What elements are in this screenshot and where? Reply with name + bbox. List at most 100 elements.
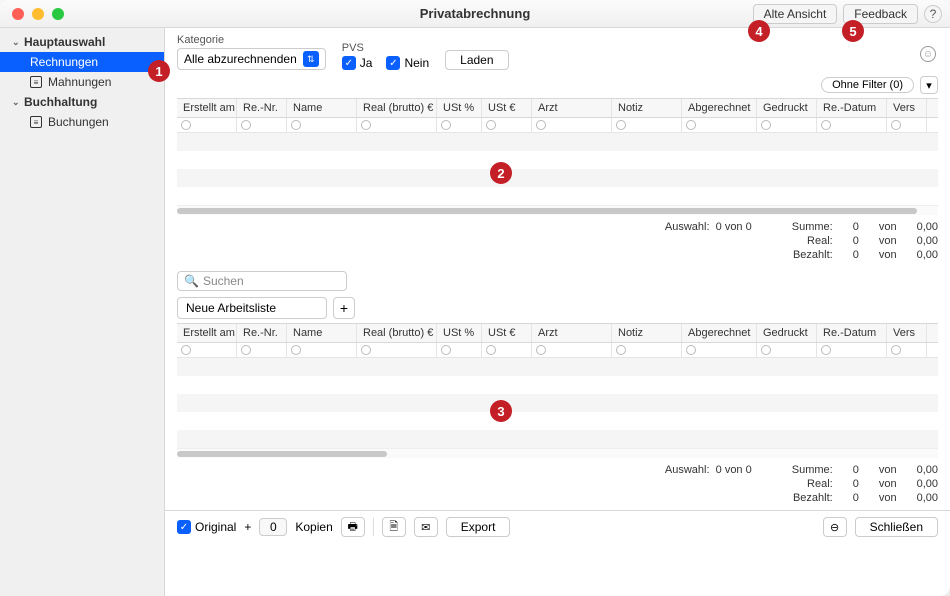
kopien-input[interactable] bbox=[259, 518, 287, 536]
sidebar-item-mahnungen[interactable]: ≡ Mahnungen bbox=[0, 72, 164, 92]
pvs-nein-checkbox[interactable]: ✓ Nein bbox=[386, 56, 429, 70]
original-label: Original bbox=[195, 520, 236, 534]
filter-cell[interactable] bbox=[612, 343, 682, 357]
col-ustp[interactable]: USt % bbox=[437, 324, 482, 342]
filter-cell[interactable] bbox=[237, 118, 287, 132]
sidebar-item-label: Rechnungen bbox=[30, 55, 98, 69]
filter-cell[interactable] bbox=[817, 118, 887, 132]
col-vers[interactable]: Vers bbox=[887, 99, 927, 117]
col-real[interactable]: Real (brutto) € bbox=[357, 99, 437, 117]
col-gedr[interactable]: Gedruckt bbox=[757, 324, 817, 342]
print-button[interactable]: 🖶 bbox=[341, 517, 365, 537]
col-redat[interactable]: Re.-Datum bbox=[817, 99, 887, 117]
filter-cell[interactable] bbox=[357, 118, 437, 132]
worklist-input[interactable] bbox=[177, 297, 327, 319]
filter-cell[interactable] bbox=[817, 343, 887, 357]
filter-icon[interactable]: ▾ bbox=[920, 76, 938, 94]
search-icon bbox=[291, 120, 301, 130]
col-gedr[interactable]: Gedruckt bbox=[757, 99, 817, 117]
col-uste[interactable]: USt € bbox=[482, 99, 532, 117]
col-abger[interactable]: Abgerechnet bbox=[682, 324, 757, 342]
summe-v2: 0,00 bbox=[917, 221, 938, 233]
filter-cell[interactable] bbox=[287, 343, 357, 357]
sidebar-item-rechnungen[interactable]: Rechnungen bbox=[0, 52, 164, 72]
filter-cell[interactable] bbox=[437, 343, 482, 357]
document-button[interactable]: 🗎 bbox=[382, 517, 406, 537]
add-worklist-button[interactable]: + bbox=[333, 297, 355, 319]
minimize-window-icon[interactable] bbox=[32, 8, 44, 20]
filter-cell[interactable] bbox=[532, 118, 612, 132]
upper-summary: Auswahl: 0 von 0 Summe: 0 von 0,00 Real:… bbox=[165, 215, 950, 267]
filter-row bbox=[177, 343, 938, 358]
search-icon bbox=[761, 120, 771, 130]
col-name[interactable]: Name bbox=[287, 99, 357, 117]
kategorie-label: Kategorie bbox=[177, 34, 326, 46]
scrollbar-thumb[interactable] bbox=[177, 451, 387, 457]
pvs-ja-checkbox[interactable]: ✓ Ja bbox=[342, 56, 373, 70]
col-name[interactable]: Name bbox=[287, 324, 357, 342]
annotation-badge-2: 2 bbox=[490, 162, 512, 184]
col-erstellt[interactable]: Erstellt am bbox=[177, 99, 237, 117]
kategorie-select[interactable]: Alle abzurechnenden ⇅ bbox=[177, 48, 326, 70]
bezahlt-label: Bezahlt: bbox=[792, 492, 833, 504]
original-checkbox[interactable]: ✓ Original bbox=[177, 520, 236, 534]
col-redat[interactable]: Re.-Datum bbox=[817, 324, 887, 342]
auswahl-value: 0 von 0 bbox=[716, 464, 752, 476]
filter-cell[interactable] bbox=[682, 343, 757, 357]
horizontal-scrollbar[interactable] bbox=[177, 448, 938, 458]
col-arzt[interactable]: Arzt bbox=[532, 324, 612, 342]
filter-cell[interactable] bbox=[482, 343, 532, 357]
col-notiz[interactable]: Notiz bbox=[612, 99, 682, 117]
filter-cell[interactable] bbox=[757, 343, 817, 357]
smiley-icon[interactable]: ☺ bbox=[920, 46, 936, 62]
von-label: von bbox=[879, 235, 897, 247]
filter-cell[interactable] bbox=[887, 343, 927, 357]
filter-cell[interactable] bbox=[532, 343, 612, 357]
filter-cell[interactable] bbox=[437, 118, 482, 132]
sidebar-item-label: Buchungen bbox=[48, 115, 109, 129]
search-input[interactable]: 🔍 Suchen bbox=[177, 271, 347, 291]
load-button[interactable]: Laden bbox=[445, 50, 508, 70]
scrollbar-thumb[interactable] bbox=[177, 208, 917, 214]
filter-cell[interactable] bbox=[757, 118, 817, 132]
filter-cell[interactable] bbox=[177, 118, 237, 132]
annotation-badge-1: 1 bbox=[148, 60, 170, 82]
ohne-filter-button[interactable]: Ohne Filter (0) bbox=[821, 77, 914, 93]
horizontal-scrollbar[interactable] bbox=[177, 205, 938, 215]
real-v2: 0,00 bbox=[917, 235, 938, 247]
von-label: von bbox=[879, 492, 897, 504]
col-vers[interactable]: Vers bbox=[887, 324, 927, 342]
col-uste[interactable]: USt € bbox=[482, 324, 532, 342]
filter-cell[interactable] bbox=[237, 343, 287, 357]
col-notiz[interactable]: Notiz bbox=[612, 324, 682, 342]
col-erstellt[interactable]: Erstellt am bbox=[177, 324, 237, 342]
filter-cell[interactable] bbox=[287, 118, 357, 132]
export-button[interactable]: Export bbox=[446, 517, 511, 537]
mail-button[interactable]: ✉ bbox=[414, 517, 438, 537]
filter-cell[interactable] bbox=[482, 118, 532, 132]
close-window-icon[interactable] bbox=[12, 8, 24, 20]
auswahl-value: 0 von 0 bbox=[716, 221, 752, 233]
sidebar-item-buchungen[interactable]: ≡ Buchungen bbox=[0, 112, 164, 132]
zoom-window-icon[interactable] bbox=[52, 8, 64, 20]
bezahlt-v1: 0 bbox=[853, 249, 859, 261]
filter-cell[interactable] bbox=[887, 118, 927, 132]
search-icon bbox=[536, 120, 546, 130]
col-arzt[interactable]: Arzt bbox=[532, 99, 612, 117]
col-real[interactable]: Real (brutto) € bbox=[357, 324, 437, 342]
col-abger[interactable]: Abgerechnet bbox=[682, 99, 757, 117]
filter-cell[interactable] bbox=[357, 343, 437, 357]
help-button[interactable]: ? bbox=[924, 5, 942, 23]
col-renr[interactable]: Re.-Nr. bbox=[237, 324, 287, 342]
remove-button[interactable]: ⊖ bbox=[823, 517, 847, 537]
col-ustp[interactable]: USt % bbox=[437, 99, 482, 117]
close-button[interactable]: Schließen bbox=[855, 517, 938, 537]
col-renr[interactable]: Re.-Nr. bbox=[237, 99, 287, 117]
sidebar-group-buchhaltung[interactable]: ⌄ Buchhaltung bbox=[0, 92, 164, 112]
filter-cell[interactable] bbox=[682, 118, 757, 132]
filter-cell[interactable] bbox=[612, 118, 682, 132]
summe-label: Summe: bbox=[792, 464, 833, 476]
filter-cell[interactable] bbox=[177, 343, 237, 357]
annotation-badge-4: 4 bbox=[748, 20, 770, 42]
sidebar-group-hauptauswahl[interactable]: ⌄ Hauptauswahl bbox=[0, 32, 164, 52]
